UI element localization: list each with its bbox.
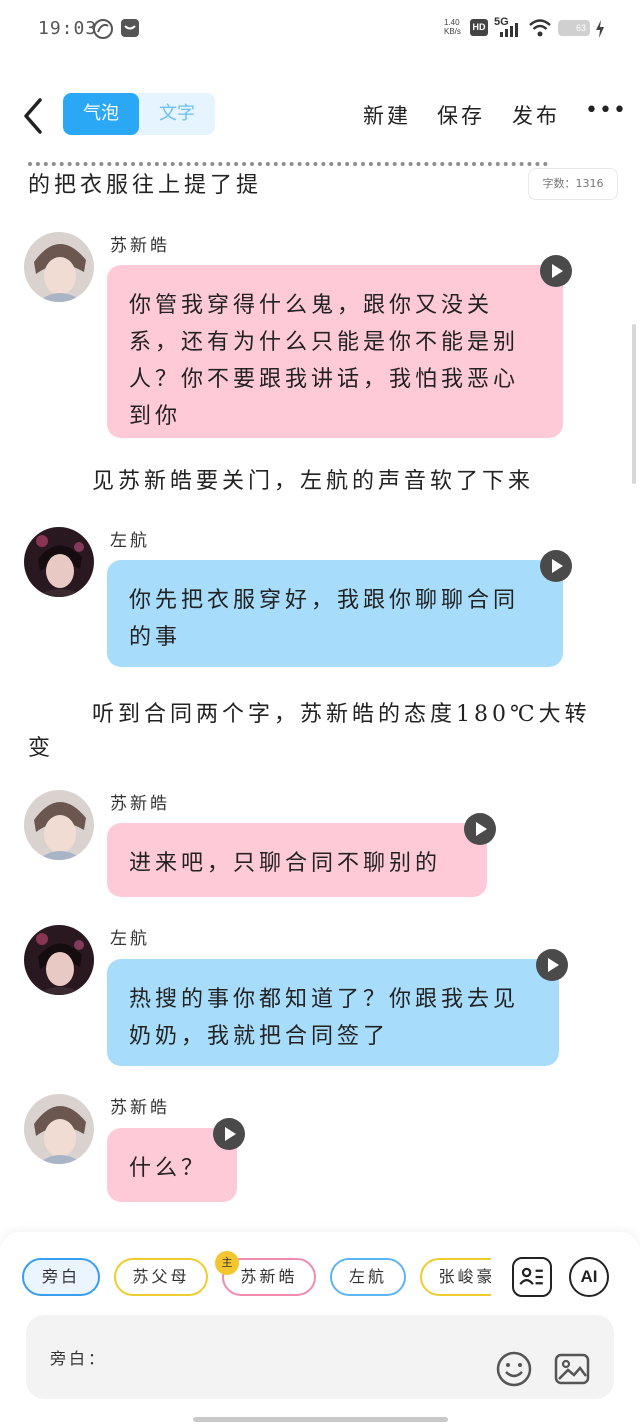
text-input[interactable]: 旁白：	[26, 1315, 614, 1399]
role-manager-icon[interactable]	[512, 1257, 552, 1297]
avatar[interactable]	[24, 527, 94, 597]
speaker-name: 苏新皓	[110, 236, 170, 256]
narration-text[interactable]: 听到合同两个字，苏新皓的态度180℃大转变	[28, 698, 612, 766]
save-button[interactable]: 保存	[437, 100, 485, 130]
main-role-badge: 主	[215, 1251, 239, 1275]
narration-text[interactable]: 见苏新皓要关门，左航的声音软了下来	[92, 466, 612, 498]
message-bubble[interactable]: 你先把衣服穿好，我跟你聊聊合同的事	[107, 560, 563, 667]
role-chip[interactable]: 张峻豪	[420, 1258, 491, 1296]
ai-button[interactable]: AI	[569, 1257, 609, 1297]
play-voice-icon[interactable]	[464, 813, 496, 845]
narration-text[interactable]: 的把衣服往上提了提	[28, 170, 612, 202]
speaker-name: 左航	[110, 929, 150, 949]
editor-toolbar: 气泡 文字 新建 保存 发布 •••	[0, 90, 640, 142]
play-voice-icon[interactable]	[213, 1118, 245, 1150]
message-notification-icon	[121, 19, 139, 37]
role-chip-clip: 张峻豪	[420, 1258, 491, 1296]
publish-button[interactable]: 发布	[512, 100, 560, 130]
network-speed-unit: KB/s	[444, 27, 461, 36]
new-button[interactable]: 新建	[363, 100, 411, 130]
home-indicator[interactable]	[193, 1417, 448, 1422]
word-count: 字数：1316	[528, 168, 618, 200]
narration-clipped-decoration	[28, 158, 548, 166]
wifi-icon	[529, 19, 551, 37]
network-speed-value: 1.40	[444, 18, 460, 27]
more-options-button[interactable]: •••	[585, 100, 626, 130]
play-voice-icon[interactable]	[536, 949, 568, 981]
hd-icon: HD	[470, 19, 488, 36]
avatar[interactable]	[24, 790, 94, 860]
play-voice-icon[interactable]	[540, 550, 572, 582]
message-bubble[interactable]: 进来吧，只聊合同不聊别的	[107, 823, 487, 897]
speaker-name: 左航	[110, 531, 150, 551]
play-voice-icon[interactable]	[540, 255, 572, 287]
avatar[interactable]	[24, 925, 94, 995]
speaker-name: 苏新皓	[110, 1098, 170, 1118]
emoji-icon[interactable]	[496, 1351, 532, 1387]
avatar[interactable]	[24, 1094, 94, 1164]
role-chip-narrator[interactable]: 旁白	[22, 1258, 100, 1296]
signal-strength-icon	[500, 23, 518, 37]
mode-switch: 气泡 文字	[63, 93, 215, 135]
role-chip[interactable]: 左航	[330, 1258, 406, 1296]
avatar-su-xinhao-icon	[24, 232, 94, 302]
avatar-zuo-hang-icon	[24, 925, 94, 995]
scrollbar[interactable]	[632, 324, 636, 484]
tab-text[interactable]: 文字	[139, 93, 215, 135]
status-bar: 19:03 1.40 KB/s HD 5G 63	[0, 0, 640, 60]
message-bubble[interactable]: 热搜的事你都知道了？你跟我去见奶奶，我就把合同签了	[107, 959, 559, 1066]
status-time: 19:03	[38, 18, 98, 39]
charging-icon	[596, 20, 604, 38]
avatar-su-xinhao-icon	[24, 790, 94, 860]
image-icon[interactable]	[554, 1351, 590, 1387]
avatar-su-xinhao-icon	[24, 1094, 94, 1164]
battery-level: 63	[575, 23, 586, 33]
speaker-name: 苏新皓	[110, 794, 170, 814]
input-role-label: 旁白：	[50, 1349, 108, 1368]
avatar-zuo-hang-icon	[24, 527, 94, 597]
role-chip[interactable]: 苏父母	[114, 1258, 208, 1296]
avatar[interactable]	[24, 232, 94, 302]
battery-icon: 63	[558, 20, 590, 36]
network-speed: 1.40 KB/s	[444, 18, 461, 36]
app-notification-icon	[93, 19, 113, 39]
message-bubble[interactable]: 你管我穿得什么鬼，跟你又没关系，还有为什么只能是你不能是别人？你不要跟我讲话，我…	[107, 265, 563, 438]
tab-bubble[interactable]: 气泡	[63, 93, 139, 135]
hd-label: HD	[472, 22, 486, 32]
back-arrow-icon[interactable]	[18, 96, 48, 136]
